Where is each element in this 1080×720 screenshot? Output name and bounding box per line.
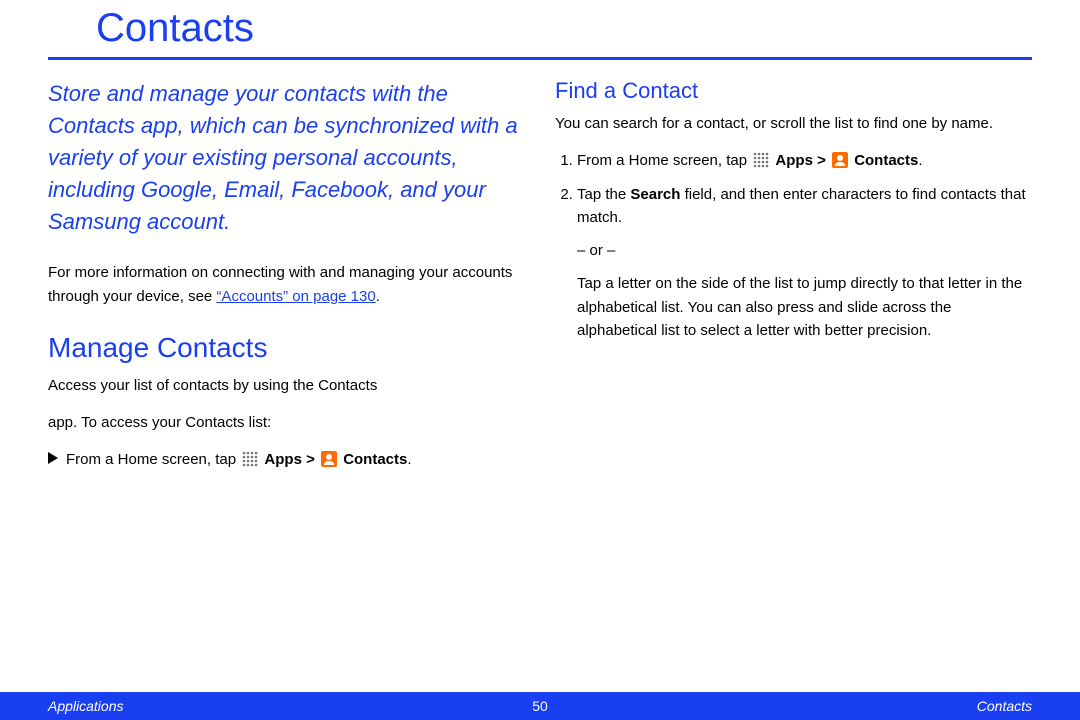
page-footer: Applications 50 Contacts [0, 692, 1080, 720]
find-intro: You can search for a contact, or scroll … [555, 112, 1032, 135]
gt-sep: > [302, 451, 319, 468]
manage-line-1: Access your list of contacts by using th… [48, 374, 525, 397]
find-step2-a: Tap the [577, 186, 630, 203]
footer-left: Applications [0, 698, 532, 714]
page: Contacts Store and manage your contacts … [0, 0, 1080, 720]
gt-sep: > [813, 152, 830, 169]
contacts-label: Contacts [854, 152, 918, 169]
find-step1-suffix: . [918, 152, 922, 169]
find-contact-heading: Find a Contact [555, 78, 1032, 104]
search-word: Search [630, 186, 680, 203]
triangle-bullet-icon [48, 452, 58, 464]
contacts-label: Contacts [343, 451, 407, 468]
find-step2-c: Tap a letter on the side of the list to … [577, 272, 1032, 342]
left-column: Store and manage your contacts with the … [48, 78, 525, 472]
content-columns: Store and manage your contacts with the … [0, 78, 1080, 472]
or-separator: – or – [577, 239, 1032, 262]
step-suffix: . [407, 451, 411, 468]
right-column: Find a Contact You can search for a cont… [555, 78, 1032, 472]
manage-step-text: From a Home screen, tap Apps > Contacts. [66, 448, 412, 471]
find-step-2: Tap the Search field, and then enter cha… [577, 183, 1032, 343]
manage-line-2: app. To access your Contacts list: [48, 411, 525, 434]
accounts-link[interactable]: “Accounts” on page 130 [216, 288, 375, 305]
contacts-person-icon [321, 451, 337, 467]
find-step1-prefix: From a Home screen, tap [577, 152, 751, 169]
find-steps: From a Home screen, tap Apps > Contacts.… [555, 149, 1032, 342]
intro-paragraph: Store and manage your contacts with the … [48, 78, 525, 237]
info-text-suffix: . [376, 288, 380, 305]
manage-step: From a Home screen, tap Apps > Contacts. [48, 448, 525, 471]
apps-grid-icon [242, 451, 258, 467]
contacts-person-icon [832, 152, 848, 168]
manage-contacts-heading: Manage Contacts [48, 332, 525, 364]
step-prefix: From a Home screen, tap [66, 451, 240, 468]
apps-label: Apps [775, 152, 813, 169]
apps-label: Apps [264, 451, 302, 468]
find-step-1: From a Home screen, tap Apps > Contacts. [577, 149, 1032, 172]
page-title: Contacts [48, 0, 1032, 60]
apps-grid-icon [753, 152, 769, 168]
footer-page-number: 50 [532, 698, 548, 714]
footer-right: Contacts [548, 698, 1080, 714]
info-paragraph: For more information on connecting with … [48, 261, 525, 308]
